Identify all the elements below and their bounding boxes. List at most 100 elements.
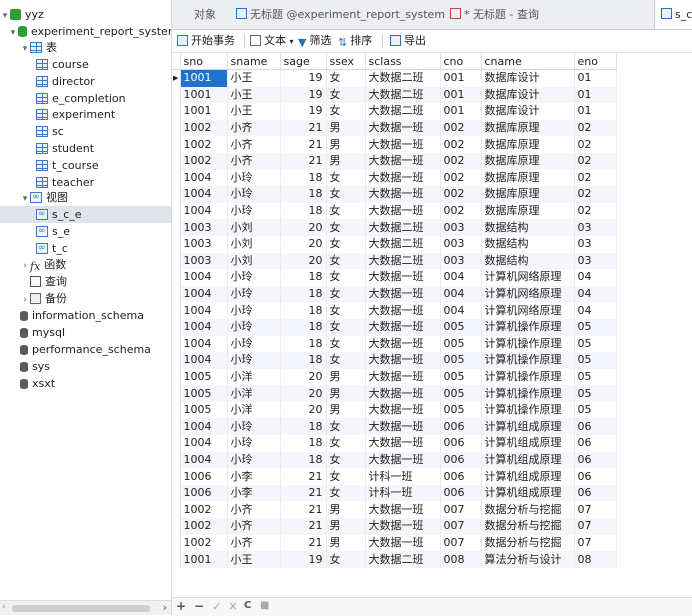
table-cell-sname[interactable]: 小洋 <box>227 401 281 419</box>
table-cell-cno[interactable]: 006 <box>440 468 482 485</box>
row-indicator[interactable] <box>172 518 181 535</box>
table-cell-cname[interactable]: 数据库设计 <box>481 103 575 120</box>
table-cell-sage[interactable]: 21 <box>280 468 327 485</box>
table-cell-sclass[interactable]: 大数据二班 <box>365 235 441 253</box>
tree-database-item[interactable]: mysql <box>20 324 65 341</box>
table-cell-cname[interactable]: 数据分析与挖掘 <box>481 518 575 535</box>
tree-database[interactable]: ▾ experiment_report_system <box>8 23 171 40</box>
table-cell-sno[interactable]: 1001 <box>180 103 228 120</box>
table-row[interactable]: 1004 小玲 18 女大数据一班 004 计算机网络原理 04 <box>172 269 617 286</box>
table-cell-sage[interactable]: 18 <box>280 169 327 187</box>
column-header-ssex[interactable]: ssex <box>326 53 366 70</box>
table-cell-cname[interactable]: 计算机操作原理 <box>481 335 575 353</box>
table-row[interactable]: 1005 小洋 20 男大数据一班 005 计算机操作原理 05 <box>172 368 617 386</box>
table-cell-cno[interactable]: 004 <box>440 302 482 319</box>
table-cell-sno[interactable]: 1005 <box>180 385 228 402</box>
table-cell-sclass[interactable]: 大数据一班 <box>365 418 441 436</box>
table-cell-sage[interactable]: 18 <box>280 186 327 203</box>
table-cell-sage[interactable]: 20 <box>280 385 327 402</box>
table-cell-cno[interactable]: 001 <box>440 86 482 104</box>
table-cell-sno[interactable]: 1002 <box>180 534 228 552</box>
table-cell-eno[interactable]: 04 <box>574 269 617 286</box>
table-cell-sname[interactable]: 小玲 <box>227 335 281 353</box>
dropdown-arrow-icon[interactable]: ▾ <box>290 37 294 46</box>
table-cell-sno[interactable]: 1001 <box>180 69 228 87</box>
table-cell-cname[interactable]: 计算机网络原理 <box>481 269 575 286</box>
row-indicator[interactable] <box>172 235 181 253</box>
table-cell-cname[interactable]: 计算机网络原理 <box>481 302 575 319</box>
row-indicator[interactable] <box>172 451 181 469</box>
table-cell-cname[interactable]: 数据分析与挖掘 <box>481 501 575 519</box>
table-cell-sclass[interactable]: 计科一班 <box>365 468 441 485</box>
table-cell-sno[interactable]: 1001 <box>180 551 228 568</box>
table-cell-eno[interactable]: 02 <box>574 202 617 220</box>
table-cell-sage[interactable]: 21 <box>280 152 327 170</box>
table-cell-sname[interactable]: 小洋 <box>227 368 281 386</box>
table-cell-cno[interactable]: 006 <box>440 451 482 469</box>
table-row[interactable]: 1004 小玲 18 女大数据一班 006 计算机组成原理 06 <box>172 435 617 452</box>
table-cell-cname[interactable]: 数据结构 <box>481 252 575 270</box>
row-indicator[interactable] <box>172 302 181 319</box>
tree-view-item[interactable]: s_c_e <box>0 206 171 223</box>
delete-record-button[interactable]: − <box>194 599 204 613</box>
table-cell-sno[interactable]: 1005 <box>180 401 228 419</box>
apply-changes-button[interactable]: ✓ <box>212 599 222 613</box>
table-cell-sno[interactable]: 1006 <box>180 468 228 485</box>
tree-connection[interactable]: ▾ yyz <box>0 6 44 23</box>
table-cell-ssex[interactable]: 女 <box>326 335 366 353</box>
table-row[interactable]: 1004 小玲 18 女大数据一班 006 计算机组成原理 06 <box>172 451 617 469</box>
table-cell-cno[interactable]: 004 <box>440 269 482 286</box>
tree-database-item[interactable]: xsxt <box>20 375 55 392</box>
column-header-sname[interactable]: sname <box>227 53 281 70</box>
table-cell-eno[interactable]: 06 <box>574 418 617 436</box>
tree-views-group[interactable]: ▾视图 <box>20 189 68 206</box>
current-row-indicator-icon[interactable]: ▶ <box>172 69 181 87</box>
table-cell-cname[interactable]: 数据库原理 <box>481 169 575 187</box>
table-cell-sage[interactable]: 21 <box>280 534 327 552</box>
table-cell-sage[interactable]: 20 <box>280 252 327 270</box>
table-cell-sage[interactable]: 20 <box>280 401 327 419</box>
table-cell-ssex[interactable]: 男 <box>326 501 366 519</box>
table-cell-sname[interactable]: 小玲 <box>227 202 281 220</box>
table-cell-eno[interactable]: 05 <box>574 385 617 402</box>
table-cell-cno[interactable]: 001 <box>440 69 482 87</box>
table-cell-sclass[interactable]: 大数据一班 <box>365 136 441 153</box>
table-cell-sage[interactable]: 18 <box>280 451 327 469</box>
table-row[interactable]: 1002 小齐 21 男大数据一班 007 数据分析与挖掘 07 <box>172 534 617 552</box>
table-cell-sname[interactable]: 小李 <box>227 484 281 502</box>
column-header-sno[interactable]: sno <box>180 53 228 70</box>
table-cell-eno[interactable]: 06 <box>574 435 617 452</box>
scroll-left-icon[interactable]: ‹ <box>2 602 6 612</box>
table-cell-cname[interactable]: 计算机组成原理 <box>481 418 575 436</box>
table-cell-sname[interactable]: 小玲 <box>227 285 281 303</box>
table-cell-cname[interactable]: 数据库设计 <box>481 86 575 104</box>
table-cell-sclass[interactable]: 大数据一班 <box>365 318 441 336</box>
table-cell-ssex[interactable]: 女 <box>326 318 366 336</box>
tree-table-item[interactable]: sc <box>36 123 64 140</box>
row-indicator[interactable] <box>172 468 181 485</box>
row-indicator[interactable] <box>172 551 181 568</box>
table-cell-sname[interactable]: 小玲 <box>227 269 281 286</box>
table-cell-sclass[interactable]: 大数据二班 <box>365 551 441 568</box>
table-row[interactable]: 1003 小刘 20 女大数据二班 003 数据结构 03 <box>172 235 617 253</box>
table-cell-sclass[interactable]: 大数据二班 <box>365 252 441 270</box>
table-cell-cno[interactable]: 007 <box>440 518 482 535</box>
table-cell-sname[interactable]: 小玲 <box>227 352 281 369</box>
table-cell-sno[interactable]: 1003 <box>180 235 228 253</box>
row-indicator[interactable] <box>172 136 181 153</box>
table-cell-ssex[interactable]: 男 <box>326 368 366 386</box>
table-cell-ssex[interactable]: 女 <box>326 418 366 436</box>
table-cell-ssex[interactable]: 女 <box>326 484 366 502</box>
table-cell-sname[interactable]: 小王 <box>227 551 281 568</box>
table-row[interactable]: 1006 小李 21 女计科一班 006 计算机组成原理 06 <box>172 484 617 502</box>
table-cell-sno[interactable]: 1004 <box>180 269 228 286</box>
table-cell-sno[interactable]: 1004 <box>180 451 228 469</box>
table-cell-sage[interactable]: 19 <box>280 69 327 87</box>
row-indicator[interactable] <box>172 335 181 353</box>
table-row[interactable]: 1005 小洋 20 男大数据一班 005 计算机操作原理 05 <box>172 401 617 419</box>
table-cell-sclass[interactable]: 大数据一班 <box>365 401 441 419</box>
table-row[interactable]: 1004 小玲 18 女大数据一班 002 数据库原理 02 <box>172 202 617 220</box>
table-cell-sno[interactable]: 1005 <box>180 368 228 386</box>
table-row[interactable]: 1003 小刘 20 女大数据二班 003 数据结构 03 <box>172 252 617 270</box>
table-cell-cno[interactable]: 002 <box>440 152 482 170</box>
